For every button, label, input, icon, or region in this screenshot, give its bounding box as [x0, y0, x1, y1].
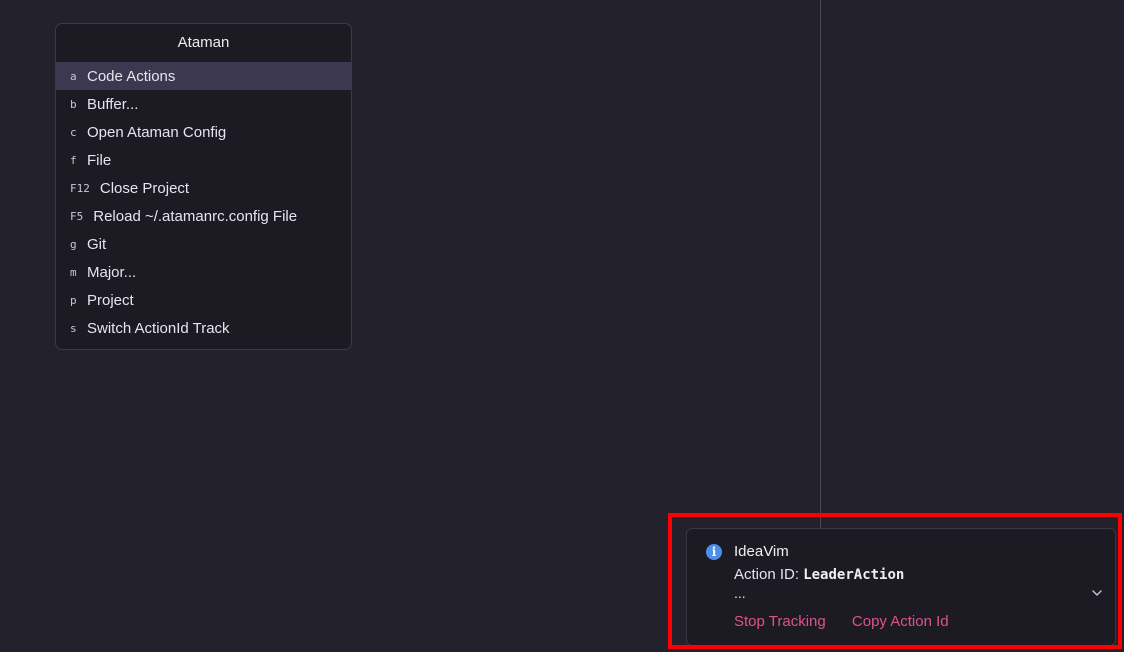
popup-title: Ataman: [177, 34, 230, 51]
menu-item-key: g: [70, 237, 77, 251]
menu-item-switch-actionid-track[interactable]: s Switch ActionId Track: [56, 314, 351, 342]
action-id-label: Action ID:: [734, 566, 804, 583]
ataman-menu: a Code Actions b Buffer... c Open Ataman…: [56, 62, 351, 342]
menu-item-label: Buffer...: [87, 95, 139, 113]
menu-item-close-project[interactable]: F12 Close Project: [56, 174, 351, 202]
menu-item-file[interactable]: f File: [56, 146, 351, 174]
chevron-down-icon[interactable]: [1091, 587, 1103, 599]
menu-item-key: c: [70, 125, 77, 139]
menu-item-label: File: [87, 151, 112, 169]
ide-window: Ataman a Code Actions b Buffer... c Open…: [0, 0, 1124, 652]
menu-item-label: Project: [87, 291, 134, 309]
menu-item-label: Git: [87, 235, 107, 253]
menu-item-label: Open Ataman Config: [87, 123, 227, 141]
notification-actions: Stop Tracking Copy Action Id: [734, 613, 971, 630]
menu-item-label: Reload ~/.atamanrc.config File: [93, 207, 298, 225]
menu-item-key: f: [70, 153, 77, 167]
notification-title: IdeaVim: [734, 543, 789, 560]
menu-item-label: Code Actions: [87, 67, 176, 85]
menu-item-key: s: [70, 321, 77, 335]
menu-item-key: m: [70, 265, 77, 279]
menu-item-key: a: [70, 69, 77, 83]
action-id-value: LeaderAction: [803, 567, 905, 583]
menu-item-key: b: [70, 97, 77, 111]
menu-item-key: p: [70, 293, 77, 307]
menu-item-major[interactable]: m Major...: [56, 258, 351, 286]
notification-body: Action ID: LeaderAction: [734, 566, 904, 583]
menu-item-project[interactable]: p Project: [56, 286, 351, 314]
menu-item-label: Close Project: [99, 179, 190, 197]
copy-action-id-link[interactable]: Copy Action Id: [852, 613, 949, 630]
menu-item-buffer[interactable]: b Buffer...: [56, 90, 351, 118]
menu-item-key: F12: [70, 181, 90, 195]
ataman-popup: Ataman a Code Actions b Buffer... c Open…: [55, 23, 352, 350]
ideavim-notification: i IdeaVim Action ID: LeaderAction ... St…: [686, 528, 1116, 646]
editor-divider: [820, 0, 821, 530]
menu-item-code-actions[interactable]: a Code Actions: [56, 62, 351, 90]
info-icon: i: [706, 544, 722, 560]
menu-item-key: F5: [70, 209, 84, 223]
menu-item-git[interactable]: g Git: [56, 230, 351, 258]
menu-item-open-ataman-config[interactable]: c Open Ataman Config: [56, 118, 351, 146]
notification-ellipsis: ...: [734, 585, 746, 601]
menu-item-reload-config[interactable]: F5 Reload ~/.atamanrc.config File: [56, 202, 351, 230]
menu-item-label: Major...: [87, 263, 137, 281]
stop-tracking-link[interactable]: Stop Tracking: [734, 613, 826, 630]
menu-item-label: Switch ActionId Track: [87, 319, 230, 337]
